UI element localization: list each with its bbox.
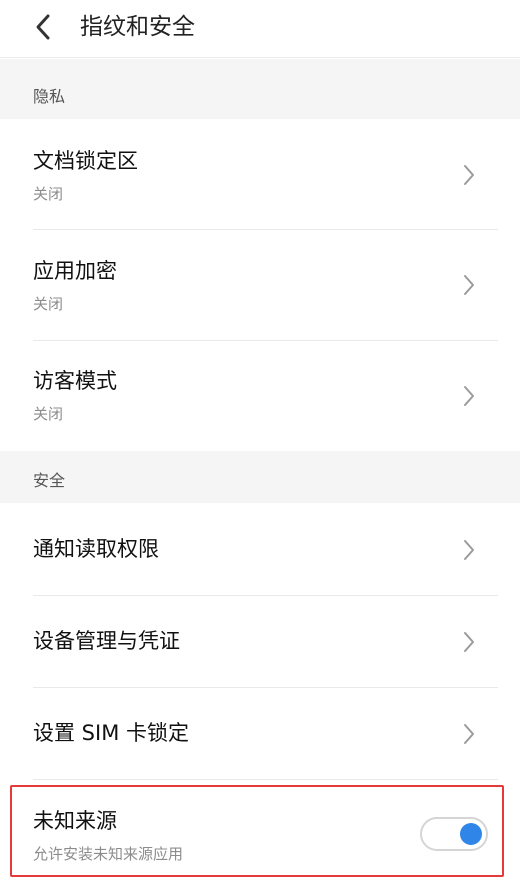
- settings-row-document-lock[interactable]: 文档锁定区 关闭: [0, 119, 520, 230]
- section-security-header: 安全: [0, 451, 520, 503]
- row-title: 设备管理与凭证: [33, 629, 180, 653]
- row-title: 通知读取权限: [33, 537, 159, 561]
- settings-row-device-admin[interactable]: 设备管理与凭证: [0, 596, 520, 688]
- divider: [33, 779, 498, 780]
- highlight-box: [10, 785, 504, 877]
- section-title-privacy: 隐私: [33, 87, 66, 106]
- settings-row-app-encryption[interactable]: 应用加密 关闭: [0, 231, 520, 341]
- row-subtitle: 关闭: [33, 405, 64, 423]
- row-title: 访客模式: [33, 369, 117, 393]
- row-subtitle: 关闭: [33, 185, 64, 203]
- chevron-right-icon: [464, 724, 474, 744]
- row-title: 应用加密: [33, 259, 117, 283]
- chevron-right-icon: [464, 540, 474, 560]
- section-title-security: 安全: [33, 471, 66, 490]
- settings-row-sim-lock[interactable]: 设置 SIM 卡锁定: [0, 688, 520, 780]
- chevron-right-icon: [464, 386, 474, 406]
- chevron-right-icon: [464, 165, 474, 185]
- settings-row-notification-access[interactable]: 通知读取权限: [0, 503, 520, 596]
- back-button[interactable]: [26, 10, 60, 44]
- divider: [33, 229, 498, 230]
- chevron-right-icon: [464, 275, 474, 295]
- row-title: 文档锁定区: [33, 149, 138, 173]
- section-privacy-header: 隐私: [0, 59, 520, 119]
- settings-row-guest-mode[interactable]: 访客模式 关闭: [0, 341, 520, 451]
- chevron-right-icon: [464, 632, 474, 652]
- chevron-left-icon: [36, 14, 50, 40]
- row-title: 设置 SIM 卡锁定: [33, 721, 189, 745]
- page-title: 指纹和安全: [80, 14, 195, 40]
- app-header: 指纹和安全: [0, 0, 520, 58]
- row-subtitle: 关闭: [33, 295, 64, 313]
